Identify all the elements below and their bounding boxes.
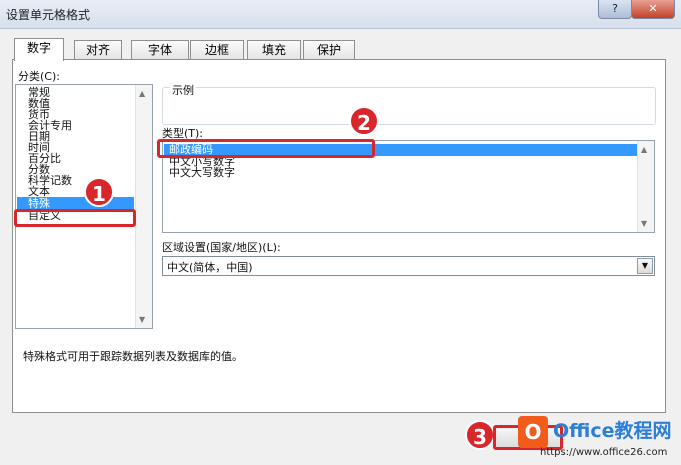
locale-value: 中文(简体，中国) bbox=[167, 261, 253, 274]
scroll-up-icon[interactable]: ▲ bbox=[139, 89, 145, 98]
category-items: 常规 数值 货币 会计专用 日期 时间 百分比 分数 科学记数 文本 特殊 自定… bbox=[17, 87, 134, 221]
step-marker-1: 1 bbox=[84, 177, 114, 207]
watermark-url: https://www.office26.com bbox=[540, 447, 668, 458]
office-logo-icon: O bbox=[518, 416, 548, 448]
tab-font[interactable]: 字体 bbox=[131, 40, 189, 60]
help-button[interactable]: ? bbox=[598, 0, 632, 19]
type-scrollbar[interactable]: ▲ ▼ bbox=[637, 141, 654, 232]
scroll-down-icon[interactable]: ▼ bbox=[641, 219, 647, 228]
type-item-chinese-upper[interactable]: 中文大写数字 bbox=[164, 167, 637, 178]
tab-fill[interactable]: 填充 bbox=[247, 40, 301, 60]
category-label: 分类(C): bbox=[18, 70, 60, 83]
scroll-down-icon[interactable]: ▼ bbox=[139, 315, 145, 324]
tab-number[interactable]: 数字 bbox=[14, 38, 64, 61]
step-marker-3: 3 bbox=[465, 420, 495, 450]
tab-border[interactable]: 边框 bbox=[190, 40, 244, 60]
locale-select[interactable]: 中文(简体，中国) ▼ bbox=[162, 256, 655, 276]
tab-protection[interactable]: 保护 bbox=[303, 40, 355, 60]
close-button[interactable]: ✕ bbox=[631, 0, 675, 19]
locale-label: 区域设置(国家/地区)(L): bbox=[162, 241, 281, 254]
format-description: 特殊格式可用于跟踪数据列表及数据库的值。 bbox=[23, 350, 243, 363]
category-scrollbar[interactable]: ▲ ▼ bbox=[135, 85, 152, 328]
chevron-down-icon[interactable]: ▼ bbox=[637, 258, 653, 274]
category-item-text[interactable]: 文本 bbox=[17, 186, 134, 197]
highlight-category-special bbox=[14, 209, 136, 227]
title-bar: 设置单元格格式 ? ✕ bbox=[0, 0, 681, 29]
sample-preview bbox=[168, 95, 652, 117]
step-marker-2: 2 bbox=[349, 106, 379, 136]
category-listbox[interactable]: 常规 数值 货币 会计专用 日期 时间 百分比 分数 科学记数 文本 特殊 自定… bbox=[15, 84, 153, 329]
watermark-title: Office教程网 bbox=[553, 420, 672, 442]
tab-alignment[interactable]: 对齐 bbox=[74, 40, 122, 60]
scroll-up-icon[interactable]: ▲ bbox=[641, 145, 647, 154]
dialog-title: 设置单元格格式 bbox=[6, 8, 91, 22]
highlight-type-postal-code bbox=[157, 139, 375, 158]
